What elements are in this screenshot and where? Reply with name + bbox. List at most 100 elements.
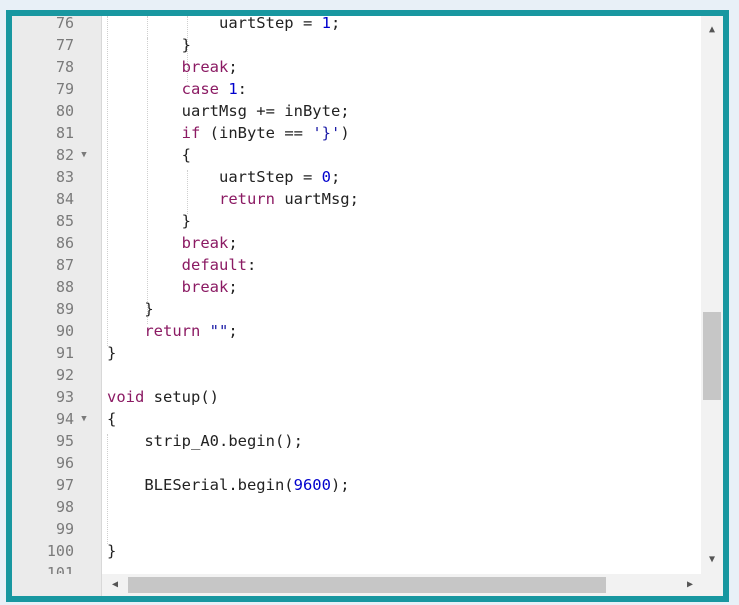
scrollbar-corner [701,574,723,596]
line-number: 84 [55,190,74,208]
code-line[interactable]: 101 [12,562,701,574]
code-line[interactable]: 77 } [12,34,701,56]
code-text: break; [107,232,238,254]
vertical-scroll-thumb[interactable] [703,312,721,400]
line-number: 92 [55,366,74,384]
code-line[interactable]: 96 [12,452,701,474]
fold-toggle-icon[interactable]: ▼ [76,408,92,430]
code-line[interactable]: 88 break; [12,276,701,298]
code-token: 9600 [293,476,331,494]
line-number: 83 [55,168,74,186]
code-text: if (inByte == '}') [107,122,350,144]
code-line[interactable]: 97 BLESerial.begin(9600); [12,474,701,496]
line-number: 86 [55,234,74,252]
code-line[interactable]: 93 void setup() [12,386,701,408]
code-line[interactable]: 82 ▼ { [12,144,701,166]
code-token: ; [330,16,341,32]
line-number: 76 [55,16,74,32]
code-line[interactable]: 91} [12,342,701,364]
code-line[interactable]: 80 uartMsg += inByte; [12,100,701,122]
scroll-left-icon[interactable]: ◀ [106,574,124,596]
code-token: } [181,36,191,54]
code-line[interactable]: 87 default: [12,254,701,276]
code-token: 0 [321,168,331,186]
code-line[interactable]: 98 [12,496,701,518]
code-line[interactable]: 84 return uartMsg; [12,188,701,210]
code-line[interactable]: 79 case 1: [12,78,701,100]
line-number: 79 [55,80,74,98]
code-token: uartMsg += inByte; [181,102,350,120]
code-token: setup() [144,388,219,406]
code-line[interactable]: 90 return ""; [12,320,701,342]
code-line[interactable]: 86 break; [12,232,701,254]
scroll-up-icon[interactable]: ▲ [701,22,723,38]
code-text: break; [107,56,238,78]
scroll-right-icon[interactable]: ▶ [681,574,699,596]
line-number: 98 [55,498,74,516]
code-token: : [246,256,257,274]
code-line[interactable]: 89 } [12,298,701,320]
code-text: break; [107,276,238,298]
code-text: } [107,210,191,232]
code-line[interactable]: 100} [12,540,701,562]
horizontal-scrollbar[interactable]: ◀ ▶ [102,574,701,596]
code-text: default: [107,254,257,276]
code-line[interactable]: 85 } [12,210,701,232]
code-line[interactable]: 95 strip_A0.begin(); [12,430,701,452]
code-text: } [107,540,116,562]
code-text: uartMsg += inByte; [107,100,350,122]
code-text: { [107,144,191,166]
code-area[interactable]: 76 uartStep = 1; 77 } 78 break; 79 case 1: 8… [12,16,701,574]
line-number: 78 [55,58,74,76]
code-token: break [181,278,229,296]
line-number: 99 [55,520,74,538]
vertical-scrollbar[interactable]: ▲ ▼ [701,16,723,574]
line-number: 93 [55,388,74,406]
line-number: 85 [55,212,74,230]
code-line[interactable]: 94 ▼ { [12,408,701,430]
code-line[interactable]: 92 [12,364,701,386]
line-number: 81 [55,124,74,142]
line-number: 77 [55,36,74,54]
code-token: uartStep = [218,168,322,186]
code-token: strip_A0.begin(); [144,432,303,450]
code-line[interactable]: 83 uartStep = 0; [12,166,701,188]
line-number: 101 [46,564,74,574]
code-text: uartStep = 0; [107,166,340,188]
code-line[interactable]: 99 [12,518,701,540]
fold-toggle-icon[interactable]: ▼ [76,144,92,166]
code-line[interactable]: 78 break; [12,56,701,78]
code-token: '}' [312,124,341,142]
code-token: } [144,300,154,318]
code-token: { [181,146,191,164]
line-number: 91 [55,344,74,362]
code-token: BLESerial.begin( [144,476,294,494]
code-line[interactable]: 81 if (inByte == '}') [12,122,701,144]
code-token: } [181,212,191,230]
code-text: case 1: [107,78,247,100]
code-token: case [181,80,229,98]
code-token: ; [228,322,238,340]
scroll-down-icon[interactable]: ▼ [701,552,723,568]
line-number: 100 [46,542,74,560]
code-line[interactable]: 76 uartStep = 1; [12,16,701,34]
horizontal-scroll-thumb[interactable] [128,577,606,593]
code-token: } [107,344,117,362]
code-text: return ""; [107,320,238,342]
line-number: 88 [55,278,74,296]
line-number: 97 [55,476,74,494]
code-token: ; [228,278,238,296]
code-token: ; [228,234,238,252]
code-token: return [144,322,201,340]
code-text: } [107,298,154,320]
